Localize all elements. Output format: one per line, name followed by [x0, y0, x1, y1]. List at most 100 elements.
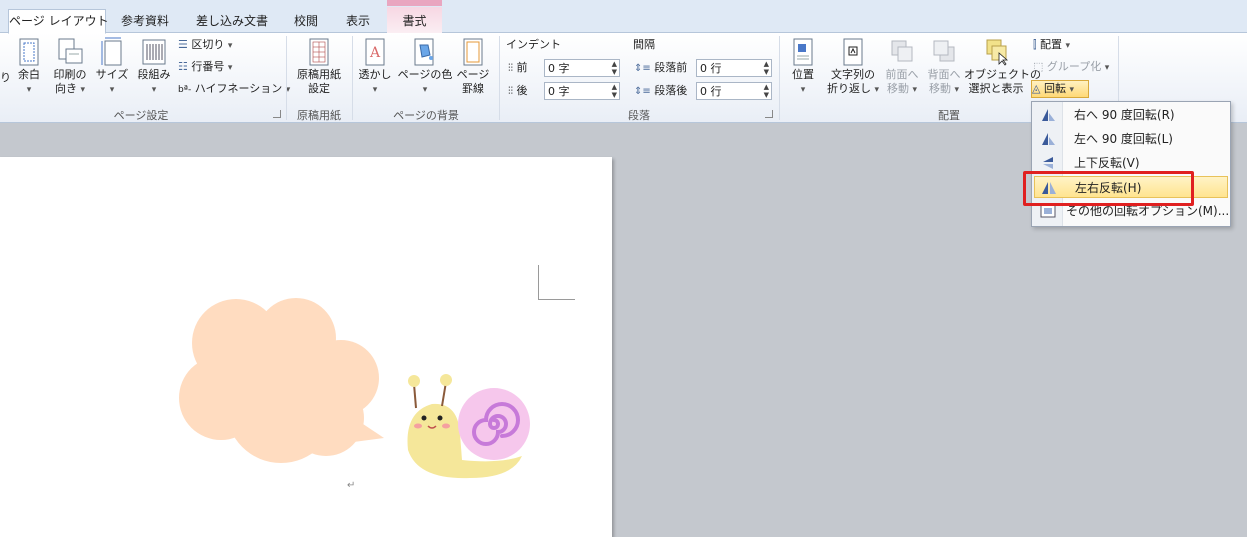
page-borders-button[interactable]: ページ 罫線 — [456, 37, 490, 96]
space-after-input[interactable]: 0 行 ▲ ▼ — [696, 82, 772, 100]
selection-pane-button[interactable]: オブジェクトの 選択と表示 — [964, 37, 1041, 96]
wrap-text-label-2: 折り返し — [826, 82, 871, 95]
indent-left-value: 0 字 — [548, 62, 570, 75]
menu-item-rotate-right-90[interactable]: 右へ 90 度回転(R) — [1034, 104, 1228, 126]
orientation-button[interactable]: 印刷の 向き ▾ — [50, 37, 90, 97]
page-borders-label-1: ページ — [456, 68, 490, 81]
breaks-button[interactable]: ☰ 区切り ▾ — [178, 37, 232, 54]
genko-settings-button[interactable]: 原稿用紙 設定 — [292, 37, 346, 96]
wrap-text-button[interactable]: 文字列の 折り返し ▾ — [826, 37, 880, 97]
rotate-label: 回転 — [1043, 82, 1066, 95]
rotate-button[interactable]: ◬ 回転 ▾ — [1031, 80, 1089, 98]
margins-button[interactable]: 余白 ▾ — [12, 37, 46, 97]
margins-icon — [19, 38, 39, 66]
divider — [352, 36, 353, 120]
indent-right-icon: ⫶⫶ — [508, 86, 513, 97]
group-label-page-background: ページの背景 — [393, 109, 459, 122]
indent-right-input[interactable]: 0 字 ▲ ▼ — [544, 82, 620, 100]
columns-label: 段組み — [137, 68, 171, 81]
page-setup-launcher-icon[interactable] — [273, 110, 281, 118]
spacing-header: 間隔 — [633, 38, 655, 51]
line-numbers-label: 行番号 — [191, 60, 225, 73]
paragraph-mark: ↵ — [347, 480, 356, 491]
cut-off-button-label[interactable]: り — [0, 71, 11, 85]
flip-vertical-icon — [1043, 157, 1053, 169]
space-before-value: 0 行 — [700, 62, 722, 75]
indent-right-value: 0 字 — [548, 85, 570, 98]
align-label: 配置 — [1040, 38, 1063, 51]
group-icon: ⬚ — [1033, 60, 1044, 73]
size-button[interactable]: サイズ ▾ — [94, 37, 130, 97]
send-backward-icon — [933, 40, 955, 62]
breaks-label: 区切り — [191, 38, 225, 51]
watermark-icon: A — [365, 38, 385, 66]
tab-view[interactable]: 表示 — [334, 10, 382, 32]
indent-right-label: 後 — [516, 84, 528, 97]
snail-image[interactable] — [400, 372, 535, 484]
highlight-box — [1023, 171, 1194, 206]
columns-button[interactable]: 段組み ▾ — [134, 37, 174, 97]
breaks-icon: ☰ — [178, 38, 188, 51]
spinner-icon[interactable]: ▲ ▼ — [612, 83, 617, 99]
tab-review[interactable]: 校閲 — [284, 10, 328, 32]
genko-label-2: 設定 — [308, 82, 330, 95]
align-button[interactable]: ⫿ 配置 ▾ — [1033, 37, 1070, 54]
selection-pane-label-1: オブジェクトの — [964, 68, 1041, 81]
chevron-down-icon: ▾ — [26, 85, 32, 95]
page-color-button[interactable]: ページの色 ▾ — [396, 37, 454, 97]
menu-item-label: 右へ 90 度回転(R) — [1074, 108, 1175, 122]
group-label-genko: 原稿用紙 — [297, 109, 341, 122]
position-label: 位置 — [792, 68, 814, 81]
svg-text:A: A — [369, 45, 381, 61]
group-button[interactable]: ⬚ グループ化 ▾ — [1033, 59, 1109, 76]
send-backward-label-2: 移動 — [928, 82, 951, 95]
indent-left-icon: ⫶⫶ — [508, 63, 513, 74]
group-label-page-setup: ページ設定 — [113, 109, 169, 122]
hyphenation-button[interactable]: bª- ハイフネーション ▾ — [178, 81, 290, 98]
bring-forward-button[interactable]: 前面へ 移動 ▾ — [882, 37, 922, 97]
space-after-icon: ⇕≡ — [634, 86, 651, 97]
margin-crop-mark — [538, 265, 575, 300]
menu-item-label: 左へ 90 度回転(L) — [1074, 132, 1173, 146]
selection-pane-label-2: 選択と表示 — [968, 82, 1024, 95]
tab-references[interactable]: 参考資料 — [110, 10, 180, 32]
orientation-label-1: 印刷の — [53, 68, 87, 81]
line-numbers-button[interactable]: ☷ 行番号 ▾ — [178, 59, 232, 76]
send-backward-button[interactable]: 背面へ 移動 ▾ — [924, 37, 964, 97]
space-before-input[interactable]: 0 行 ▲ ▼ — [696, 59, 772, 77]
orientation-icon — [58, 38, 83, 64]
page-color-label: ページの色 — [397, 68, 453, 81]
tab-page-layout[interactable]: ページ レイアウト — [8, 9, 109, 34]
indent-left-input[interactable]: 0 字 ▲ ▼ — [544, 59, 620, 77]
rotate-menu: 右へ 90 度回転(R) 左へ 90 度回転(L) 上下反転(V) 左右反転(H… — [1031, 101, 1231, 227]
rotate-left-icon — [1042, 133, 1055, 145]
space-after-row: ⇕≡ 段落後 — [634, 83, 687, 100]
spinner-icon[interactable]: ▲ ▼ — [612, 60, 617, 76]
watermark-label: 透かし — [358, 68, 392, 81]
indent-left-label: 前 — [516, 61, 528, 74]
tab-format[interactable]: 書式 — [387, 7, 442, 33]
send-backward-label-1: 背面へ — [927, 68, 961, 81]
paragraph-launcher-icon[interactable] — [765, 110, 773, 118]
line-numbers-icon: ☷ — [178, 60, 188, 73]
tab-mailings[interactable]: 差し込み文書 — [186, 10, 278, 32]
menu-item-rotate-left-90[interactable]: 左へ 90 度回転(L) — [1034, 128, 1228, 150]
position-button[interactable]: 位置 ▾ — [786, 37, 820, 97]
hyphenation-icon: bª- — [178, 85, 192, 95]
position-icon — [793, 38, 813, 66]
genko-label-1: 原稿用紙 — [297, 68, 341, 81]
align-icon: ⫿ — [1033, 38, 1037, 51]
size-label: サイズ — [95, 68, 129, 81]
page-borders-label-2: 罫線 — [462, 82, 484, 95]
divider — [499, 36, 500, 120]
ribbon-tab-bar: ページ レイアウト 参考資料 差し込み文書 校閲 表示 書式 — [0, 7, 1247, 34]
watermark-button[interactable]: A 透かし ▾ — [356, 37, 394, 97]
spinner-icon[interactable]: ▲ ▼ — [764, 83, 769, 99]
hyphenation-label: ハイフネーション — [194, 82, 283, 95]
columns-icon — [142, 39, 166, 65]
orientation-label-2: 向き — [54, 82, 77, 95]
title-bar — [0, 0, 1247, 7]
wrap-text-label-1: 文字列の — [831, 68, 875, 81]
spinner-icon[interactable]: ▲ ▼ — [764, 60, 769, 76]
speech-bubble-image[interactable] — [176, 298, 388, 470]
